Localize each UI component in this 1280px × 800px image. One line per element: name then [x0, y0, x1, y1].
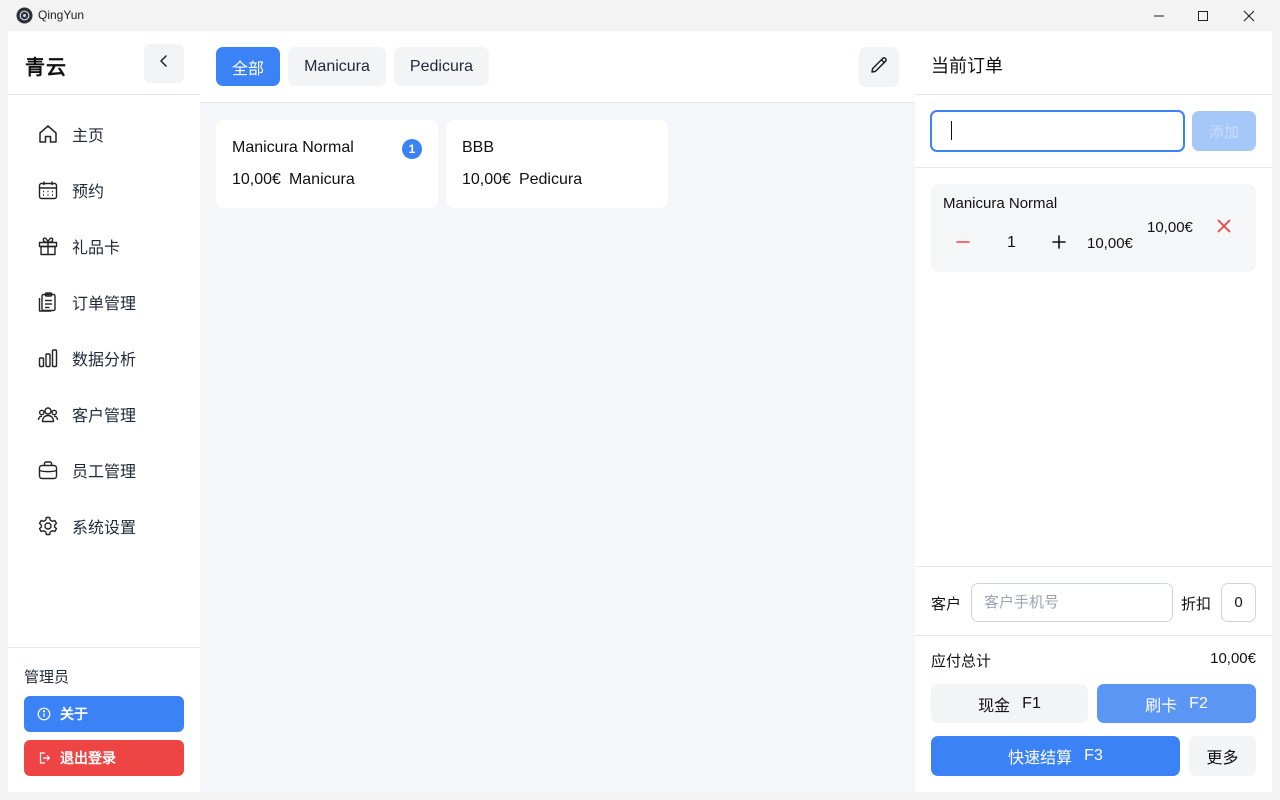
category-tabbar: 全部 Manicura Pedicura: [200, 31, 915, 103]
clipboard-icon: [37, 291, 59, 313]
minimize-button[interactable]: [1136, 0, 1182, 31]
order-divider: [915, 635, 1272, 636]
sidebar-item-label: 礼品卡: [72, 240, 121, 257]
sidebar-item-analytics[interactable]: 数据分析: [8, 330, 200, 386]
total-value: 10,00€: [1210, 650, 1256, 667]
sidebar-divider: [8, 647, 200, 648]
cash-payment-button[interactable]: 现金 F1: [931, 684, 1088, 723]
card-payment-button[interactable]: 刷卡 F2: [1097, 684, 1256, 723]
more-options-button[interactable]: 更多: [1189, 736, 1256, 776]
product-category: Pedicura: [518, 171, 583, 188]
sidebar-item-label: 客户管理: [72, 408, 137, 425]
sidebar-item-label: 主页: [72, 128, 105, 145]
discount-input[interactable]: [1221, 583, 1256, 622]
product-card[interactable]: BBB 10,00€ Pedicura: [446, 120, 668, 208]
tab-manicura[interactable]: Manicura: [288, 47, 386, 86]
sidebar-item-settings[interactable]: 系统设置: [8, 498, 200, 554]
line-item-total: 10,00€: [1147, 219, 1193, 236]
chevron-left-icon: [157, 54, 171, 73]
sidebar: 青云 主页 预约 礼品卡 订单管理 数据分析 客户管理 员工管理 系统设置 管理…: [8, 31, 200, 792]
order-divider: [915, 167, 1272, 168]
product-price: 10,00€: [462, 171, 511, 188]
gear-icon: [37, 515, 59, 537]
item-code-input[interactable]: [930, 110, 1185, 152]
order-divider: [915, 94, 1272, 95]
add-item-button[interactable]: 添加: [1192, 111, 1256, 151]
total-label: 应付总计: [931, 653, 992, 670]
logout-button-label: 退出登录: [60, 750, 116, 766]
cash-shortcut: F1: [1022, 694, 1041, 712]
product-panel: 全部 Manicura Pedicura Manicura Normal 1 1…: [200, 31, 915, 792]
sidebar-item-label: 预约: [72, 184, 105, 201]
sidebar-item-label: 系统设置: [72, 520, 137, 537]
collapse-sidebar-button[interactable]: [144, 44, 184, 83]
tab-all[interactable]: 全部: [216, 47, 280, 86]
minus-icon: [956, 235, 970, 254]
logout-button[interactable]: 退出登录: [24, 740, 184, 776]
discount-label: 折扣: [1181, 596, 1212, 613]
product-meta: 10,00€ Manicura: [232, 171, 355, 189]
card-shortcut: F2: [1189, 694, 1208, 712]
home-icon: [37, 123, 59, 145]
increase-quantity-button[interactable]: [1051, 233, 1067, 255]
quick-checkout-button[interactable]: 快速结算 F3: [931, 736, 1180, 776]
current-order-panel: 当前订单 添加 Manicura Normal 10,00€ 1 10,00€ …: [915, 31, 1272, 792]
edit-products-button[interactable]: [859, 47, 899, 87]
text-caret: [951, 121, 952, 140]
product-card[interactable]: Manicura Normal 1 10,00€ Manicura: [216, 120, 438, 208]
sidebar-item-home[interactable]: 主页: [8, 106, 200, 162]
user-role-label: 管理员: [24, 669, 70, 686]
sidebar-nav: 主页 预约 礼品卡 订单管理 数据分析 客户管理 员工管理 系统设置: [8, 106, 200, 554]
brand-title: 青云: [25, 57, 67, 79]
sidebar-item-label: 员工管理: [72, 464, 137, 481]
window-titlebar: QingYun: [0, 0, 1280, 31]
remove-item-button[interactable]: [1215, 219, 1233, 237]
logout-icon: [37, 751, 51, 765]
plus-icon: [1052, 234, 1066, 254]
gift-icon: [37, 235, 59, 257]
sidebar-item-label: 订单管理: [72, 296, 137, 313]
app-logo-icon: [16, 7, 33, 24]
product-meta: 10,00€ Pedicura: [462, 171, 582, 189]
briefcase-icon: [37, 459, 59, 481]
cash-button-label: 现金: [978, 697, 1011, 715]
about-button[interactable]: 关于: [24, 696, 184, 732]
line-item-unit-price: 10,00€: [1087, 235, 1133, 252]
about-button-label: 关于: [60, 706, 88, 722]
order-divider: [915, 566, 1272, 567]
product-price: 10,00€: [232, 171, 281, 188]
sidebar-item-customers[interactable]: 客户管理: [8, 386, 200, 442]
sidebar-item-label: 数据分析: [72, 352, 137, 369]
line-item-quantity: 1: [1007, 234, 1016, 251]
maximize-button[interactable]: [1180, 0, 1226, 31]
customer-label: 客户: [931, 596, 962, 613]
product-count-badge: 1: [402, 139, 422, 159]
card-button-label: 刷卡: [1145, 697, 1178, 715]
window-title: QingYun: [38, 8, 85, 22]
order-title: 当前订单: [931, 56, 1003, 76]
customer-phone-input[interactable]: [971, 583, 1173, 622]
calendar-icon: [37, 179, 59, 201]
product-name: BBB: [462, 139, 495, 156]
product-category: Manicura: [288, 171, 355, 188]
close-window-button[interactable]: [1226, 0, 1272, 31]
info-icon: [37, 707, 51, 721]
line-item-name: Manicura Normal: [943, 195, 1058, 212]
sidebar-item-appointments[interactable]: 预约: [8, 162, 200, 218]
sidebar-item-gift-cards[interactable]: 礼品卡: [8, 218, 200, 274]
order-line-item: Manicura Normal 10,00€ 1 10,00€: [931, 184, 1256, 272]
sidebar-divider: [8, 94, 200, 95]
decrease-quantity-button[interactable]: [955, 233, 971, 255]
pencil-icon: [869, 55, 889, 80]
sidebar-item-staff[interactable]: 员工管理: [8, 442, 200, 498]
users-icon: [37, 403, 59, 425]
bar-chart-icon: [37, 347, 59, 369]
sidebar-item-orders[interactable]: 订单管理: [8, 274, 200, 330]
tab-pedicura[interactable]: Pedicura: [394, 47, 489, 86]
product-name: Manicura Normal: [232, 139, 354, 156]
close-icon: [1217, 219, 1231, 238]
quick-shortcut: F3: [1084, 747, 1103, 764]
quick-button-label: 快速结算: [1008, 750, 1073, 767]
